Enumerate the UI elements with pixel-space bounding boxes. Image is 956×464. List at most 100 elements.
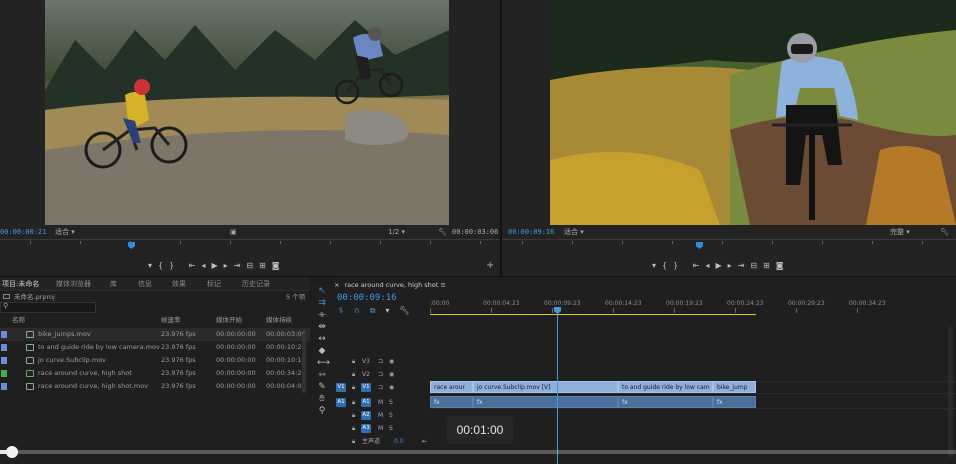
tab-libraries[interactable]: 库 <box>110 277 117 291</box>
selection-tool-icon[interactable]: ↖ <box>317 286 327 296</box>
go-to-in-icon[interactable]: ⇤ <box>693 261 706 270</box>
project-item-row[interactable]: bike_jumps.mov 23.976 fps 00:00:00:00 00:00… <box>0 328 310 341</box>
menu-icon[interactable]: ≡ <box>440 281 445 289</box>
go-to-end-icon[interactable]: ⇤ <box>422 435 427 448</box>
source-scrub-bar[interactable] <box>0 239 500 249</box>
rate-stretch-tool-icon[interactable]: ↔ <box>317 334 327 344</box>
lock-icon[interactable]: 🔒︎ <box>352 381 355 394</box>
slide-tool-icon[interactable]: ⇿ <box>317 370 327 380</box>
linked-selection-icon[interactable]: ⧉ <box>370 306 386 315</box>
timeline-tab[interactable]: × race around curve, high shot ≡ <box>334 279 446 291</box>
project-item-row[interactable]: race around curve, high shot 23.976 fps 00… <box>0 367 310 380</box>
label-color-swatch[interactable] <box>1 331 7 338</box>
project-item-row[interactable]: jo curve.Subclip.mov 23.976 fps 00:00:00:0… <box>0 354 310 367</box>
pen-tool-icon[interactable]: ✎ <box>317 382 327 392</box>
audio-clip-2[interactable]: fx <box>473 396 618 408</box>
work-area-bar[interactable] <box>430 314 756 315</box>
mute-icon[interactable]: M <box>378 396 383 409</box>
eye-icon[interactable]: ◉ <box>389 355 394 368</box>
snap-icon[interactable]: ∩ <box>354 306 370 315</box>
solo-icon[interactable]: S <box>389 409 393 422</box>
go-to-out-icon[interactable]: ⇥ <box>738 261 751 270</box>
nest-icon[interactable]: ⥮ <box>338 306 354 315</box>
player-progress-knob[interactable] <box>5 446 18 458</box>
play-icon[interactable]: ▶ <box>211 261 223 270</box>
overwrite-icon[interactable]: ⊞ <box>259 261 272 270</box>
step-forward-icon[interactable]: ▸ <box>728 261 738 270</box>
program-scrub-bar[interactable] <box>502 239 956 249</box>
tab-info[interactable]: 信息 <box>138 277 152 291</box>
project-item-row[interactable]: race around curve, high shot.mov 23.976 f… <box>0 380 310 393</box>
add-marker-icon[interactable]: ▾ <box>148 261 158 270</box>
time-ruler[interactable]: :00:00 00:00:04:23 00:00:09:23 00:00:14:23 0… <box>430 297 956 319</box>
solo-icon[interactable]: S <box>389 396 393 409</box>
track-label-a3[interactable]: A3 <box>361 424 371 433</box>
label-color-swatch[interactable] <box>1 383 7 390</box>
add-button-icon[interactable]: + <box>486 259 494 273</box>
audio-clip-1[interactable]: fx <box>430 396 473 408</box>
label-color-swatch[interactable] <box>1 370 7 377</box>
mute-icon[interactable]: M <box>378 422 383 435</box>
column-duration[interactable]: 媒体持续 <box>266 314 292 327</box>
mark-in-icon[interactable]: { <box>662 261 673 270</box>
video-clip-jo-curve[interactable]: jo curve.Subclip.mov [V] <box>473 381 618 393</box>
tab-history[interactable]: 历史记录 <box>242 277 270 291</box>
program-fit-select[interactable]: 适合 ▾ <box>564 225 584 239</box>
timeline-playhead[interactable] <box>557 307 558 464</box>
lock-icon[interactable]: 🔒︎ <box>352 396 355 409</box>
track-label-v1[interactable]: V1 <box>361 383 371 392</box>
mark-out-icon[interactable]: } <box>673 261 684 270</box>
razor-tool-icon[interactable]: ◆ <box>317 346 327 356</box>
source-patch-v1[interactable]: V1 <box>336 383 346 392</box>
go-to-in-icon[interactable]: ⇤ <box>189 261 202 270</box>
extract-icon[interactable]: ⊞ <box>763 261 776 270</box>
tab-markers[interactable]: 标记 <box>207 277 221 291</box>
mark-out-icon[interactable]: } <box>169 261 180 270</box>
column-start[interactable]: 媒体开始 <box>216 314 242 327</box>
tab-effects[interactable]: 效果 <box>172 277 186 291</box>
eye-icon[interactable]: ◉ <box>389 381 394 394</box>
video-clip-race[interactable]: race arour <box>430 381 473 393</box>
sync-lock-icon[interactable]: ⊐ <box>378 355 383 368</box>
hand-tool-icon[interactable]: ✋︎ <box>317 394 327 404</box>
mute-icon[interactable]: M <box>378 409 383 422</box>
video-clip-bike-jump[interactable]: bike_jump <box>713 381 756 393</box>
camera-icon[interactable]: ▣ <box>230 225 237 239</box>
sync-lock-icon[interactable]: ⊐ <box>378 368 383 381</box>
lock-icon[interactable]: 🔒︎ <box>352 409 355 422</box>
source-resolution-select[interactable]: 1/2 ▾ <box>388 225 405 239</box>
track-label-a2[interactable]: A2 <box>361 411 371 420</box>
label-color-swatch[interactable] <box>1 344 7 351</box>
label-color-swatch[interactable] <box>1 357 7 364</box>
wrench-icon[interactable]: 🔧︎ <box>940 225 949 239</box>
add-marker-icon[interactable]: ▾ <box>652 261 662 270</box>
program-playhead[interactable] <box>696 242 703 249</box>
lift-icon[interactable]: ⊟ <box>750 261 763 270</box>
project-item-row[interactable]: to and guide ride by low camera.mov 23.97… <box>0 341 310 354</box>
go-to-out-icon[interactable]: ⇥ <box>234 261 247 270</box>
program-timecode[interactable]: 00:00:09:16 <box>508 225 554 239</box>
timeline-scrollbar[interactable] <box>948 327 953 457</box>
track-select-tool-icon[interactable]: ⇉ <box>317 298 327 308</box>
wrench-icon[interactable]: 🔧︎ <box>438 225 447 239</box>
lock-icon[interactable]: 🔒︎ <box>352 355 355 368</box>
video-clip-to-and-guide[interactable]: to and guide ride by low cam <box>618 381 713 393</box>
audio-clip-4[interactable]: fx <box>713 396 756 408</box>
mark-in-icon[interactable]: { <box>158 261 169 270</box>
source-patch-a1[interactable]: A1 <box>336 398 346 407</box>
source-playhead[interactable] <box>128 242 135 249</box>
add-marker-icon[interactable]: ▾ <box>385 306 399 315</box>
close-icon[interactable]: × <box>334 281 339 289</box>
lock-icon[interactable]: 🔒︎ <box>352 435 355 448</box>
insert-icon[interactable]: ⊟ <box>246 261 259 270</box>
tab-project[interactable]: 项目:未命名 <box>2 277 39 291</box>
player-progress-bar[interactable] <box>0 446 956 458</box>
project-panel-scrollbar[interactable] <box>302 333 306 393</box>
step-forward-icon[interactable]: ▸ <box>224 261 234 270</box>
source-timecode[interactable]: 00:00:00:21 <box>0 225 46 239</box>
sync-lock-icon[interactable]: ⊐ <box>378 381 383 394</box>
rolling-edit-tool-icon[interactable]: ⇹ <box>317 322 327 332</box>
search-field[interactable] <box>11 303 91 312</box>
audio-clip-3[interactable]: fx <box>618 396 713 408</box>
ripple-edit-tool-icon[interactable]: ⟛ <box>317 310 327 320</box>
